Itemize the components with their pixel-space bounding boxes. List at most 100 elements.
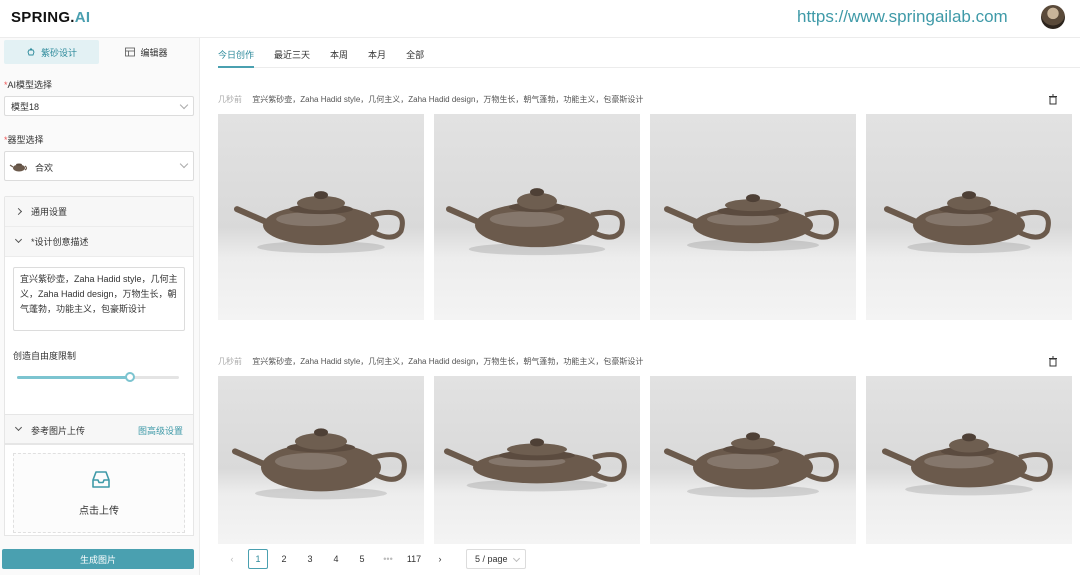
generated-image[interactable] <box>434 114 640 320</box>
shape-select-label: *器型选择 <box>4 135 44 145</box>
shape-select-value: 合欢 <box>35 163 54 173</box>
chevron-down-icon <box>179 100 189 110</box>
teapot-spout <box>882 448 920 469</box>
teapot-illustration <box>232 428 407 500</box>
upload-area: 点击上传 <box>4 444 194 536</box>
freedom-label: 创造自由度限制 <box>13 351 77 361</box>
teapot-illustration <box>444 438 627 492</box>
tab-zisha-design-label: 紫砂设计 <box>40 47 77 58</box>
chevron-right-icon <box>14 207 23 216</box>
teapot-highlight <box>707 453 779 470</box>
tab-editor-label: 编辑器 <box>140 47 168 58</box>
group-caption: 几秒前 宜兴紫砂壶，Zaha Hadid style，几何主义，Zaha Had… <box>218 94 643 105</box>
group-caption: 几秒前 宜兴紫砂壶，Zaha Hadid style，几何主义，Zaha Had… <box>218 356 643 367</box>
logo-text: SPRING. <box>11 9 75 26</box>
upload-dropzone[interactable]: 点击上传 <box>13 453 185 533</box>
teapot-highlight <box>276 212 346 227</box>
tab-last-three-days[interactable]: 最近三天 <box>274 38 310 68</box>
page-button[interactable]: 5 <box>352 549 372 569</box>
trash-icon[interactable] <box>1048 356 1058 367</box>
sidebar-tabs: 紫砂设计 编辑器 <box>4 40 194 64</box>
time-filter-tabs: 今日创作 最近三天 本周 本月 全部 <box>218 38 1080 68</box>
teapot-knob <box>746 432 760 441</box>
teapot-illustration <box>884 191 1051 254</box>
page-button[interactable]: 3 <box>300 549 320 569</box>
teapot-icon <box>27 47 35 56</box>
inbox-icon <box>92 471 110 488</box>
next-page-button[interactable]: › <box>430 549 450 569</box>
group-time-tag: 几秒前 <box>218 357 242 366</box>
image-row <box>218 114 1072 320</box>
teapot-spout <box>444 448 482 469</box>
page-size-value: 5 / page <box>475 554 508 564</box>
chevron-down-icon <box>512 554 521 563</box>
page-button[interactable]: 4 <box>326 549 346 569</box>
freedom-slider[interactable] <box>17 372 179 382</box>
group-time-tag: 几秒前 <box>218 95 242 104</box>
tab-editor[interactable]: 编辑器 <box>99 40 194 64</box>
teapot-illustration <box>446 188 625 256</box>
teapot-illustration <box>664 194 839 252</box>
pagination: ‹ 1 2 3 4 5 ••• 117 › 5 / page <box>222 549 526 569</box>
logo-accent-text: AI <box>74 9 91 26</box>
page-ellipsis[interactable]: ••• <box>378 549 398 569</box>
model-select-value: 模型18 <box>11 101 40 112</box>
description-toggle[interactable]: *设计创意描述 <box>5 227 193 257</box>
page-button[interactable]: 2 <box>274 549 294 569</box>
teapot-knob <box>746 194 760 203</box>
generated-image[interactable] <box>218 114 424 320</box>
sidebar: 紫砂设计 编辑器 *AI模型选择 模型18 *器型选择 合欢 通用设置 *设计创… <box>0 38 200 575</box>
generated-image[interactable] <box>218 376 424 544</box>
tab-this-week[interactable]: 本周 <box>330 38 348 68</box>
teapot-illustration <box>664 432 839 498</box>
trash-icon[interactable] <box>1048 94 1058 105</box>
general-settings-toggle[interactable]: 通用设置 <box>5 197 193 227</box>
page-size-select[interactable]: 5 / page <box>466 549 526 569</box>
slider-fill <box>17 376 131 379</box>
tab-this-month[interactable]: 本月 <box>368 38 386 68</box>
teapot-highlight <box>489 211 565 227</box>
shape-select[interactable]: 合欢 <box>4 151 194 181</box>
tab-all[interactable]: 全部 <box>406 38 424 68</box>
teapot-knob <box>962 191 976 200</box>
chevron-down-icon <box>14 235 23 244</box>
slider-handle[interactable] <box>125 372 136 382</box>
teapot-highlight <box>925 212 993 227</box>
teapot-knob <box>530 188 544 197</box>
teapot-knob <box>314 191 328 200</box>
generated-image[interactable] <box>434 376 640 544</box>
teapot-knob <box>530 438 544 447</box>
group-prompt: 宜兴紫砂壶，Zaha Hadid style，几何主义，Zaha Hadid d… <box>252 357 644 366</box>
chevron-down-icon <box>14 423 23 432</box>
group-prompt: 宜兴紫砂壶，Zaha Hadid style，几何主义，Zaha Hadid d… <box>252 95 644 104</box>
app-logo[interactable]: SPRING.AI <box>11 9 90 26</box>
model-select[interactable]: 模型18 <box>4 96 194 116</box>
prev-page-button[interactable]: ‹ <box>222 549 242 569</box>
page-button[interactable]: 1 <box>248 549 268 569</box>
description-label: *设计创意描述 <box>31 237 89 247</box>
generated-image[interactable] <box>650 114 856 320</box>
tab-zisha-design[interactable]: 紫砂设计 <box>4 40 99 64</box>
teapot-knob <box>962 433 976 442</box>
editor-grid-icon <box>125 47 136 57</box>
page-button[interactable]: 117 <box>404 549 424 569</box>
teapot-highlight <box>275 452 347 470</box>
description-textarea[interactable]: 宜兴紫砂壶，Zaha Hadid style，几何主义，Zaha Hadid d… <box>13 267 185 331</box>
reference-upload-label: 参考图片上传 <box>31 426 86 436</box>
reference-upload-header[interactable]: 参考图片上传 图高级设置 <box>4 414 194 444</box>
model-select-label: *AI模型选择 <box>4 80 53 90</box>
user-avatar[interactable] <box>1041 5 1065 29</box>
site-url: https://www.springailab.com <box>797 7 1008 26</box>
chevron-down-icon <box>179 159 189 169</box>
generated-image[interactable] <box>866 114 1072 320</box>
main-area: 今日创作 最近三天 本周 本月 全部 几秒前 宜兴紫砂壶，Zaha Hadid … <box>200 38 1080 575</box>
generated-image[interactable] <box>866 376 1072 544</box>
teapot-spout <box>664 206 702 227</box>
generated-image[interactable] <box>650 376 856 544</box>
teapot-illustration <box>234 191 405 254</box>
teapot-shape-thumbnail <box>9 163 28 172</box>
tab-today[interactable]: 今日创作 <box>218 38 255 68</box>
advanced-settings-link[interactable]: 图高级设置 <box>138 424 183 437</box>
generate-image-button[interactable]: 生成图片 <box>2 549 194 569</box>
teapot-knob <box>314 428 328 437</box>
